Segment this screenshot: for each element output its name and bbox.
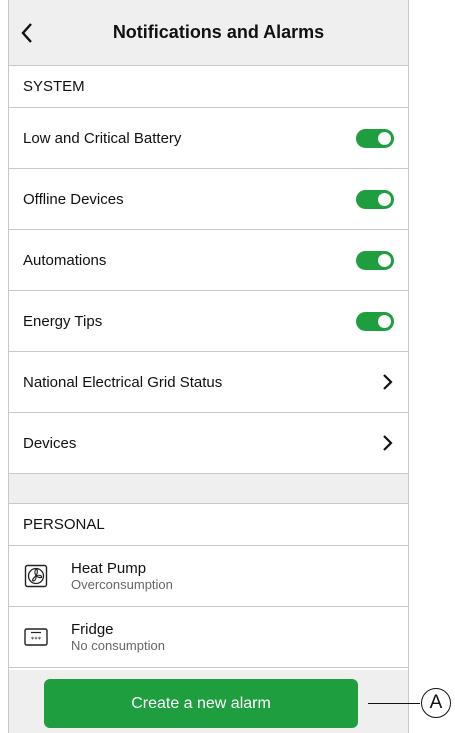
fridge-icon: *** — [24, 628, 48, 646]
section-spacer — [9, 474, 408, 504]
row-devices[interactable]: Devices — [9, 413, 408, 474]
device-status: No consumption — [71, 638, 165, 653]
toggle-knob — [378, 192, 391, 206]
device-row-heat-pump[interactable]: Heat Pump Overconsumption — [9, 546, 408, 607]
device-name: Fridge — [71, 621, 114, 638]
device-name: Heat Pump — [71, 560, 147, 577]
device-row-fridge[interactable]: *** Fridge No consumption — [9, 607, 408, 668]
create-alarm-button[interactable]: Create a new alarm — [44, 679, 358, 728]
row-label: Energy Tips — [23, 312, 103, 330]
row-label: Devices — [23, 434, 77, 452]
section-system: SYSTEM — [9, 66, 408, 108]
section-personal: PERSONAL — [9, 504, 408, 546]
callout-line — [368, 703, 420, 704]
toggle-knob — [378, 131, 391, 145]
row-low-critical-battery: Low and Critical Battery — [9, 108, 408, 169]
device-text: Heat Pump Overconsumption — [71, 560, 173, 592]
page-title: Notifications and Alarms — [112, 22, 325, 42]
header: Notifications and Alarms — [9, 0, 408, 66]
chevron-right-icon — [383, 374, 393, 390]
callout-marker: A — [421, 688, 451, 718]
low-critical-battery-toggle[interactable] — [356, 128, 394, 148]
toggle-knob — [378, 314, 391, 328]
row-label: National Electrical Grid Status — [23, 373, 223, 391]
toggle-knob — [378, 253, 391, 267]
row-label: Offline Devices — [23, 190, 124, 208]
row-national-grid-status[interactable]: National Electrical Grid Status — [9, 352, 408, 413]
phone-screen: Notifications and Alarms SYSTEM Low and … — [8, 0, 409, 733]
heat-pump-icon — [24, 564, 48, 588]
row-label: Low and Critical Battery — [23, 129, 182, 147]
energy-tips-toggle[interactable] — [356, 311, 394, 331]
device-text: Fridge No consumption — [71, 621, 165, 653]
row-energy-tips: Energy Tips — [9, 291, 408, 352]
row-label: Automations — [23, 251, 107, 269]
row-offline-devices: Offline Devices — [9, 169, 408, 230]
device-status: Overconsumption — [71, 577, 173, 592]
chevron-right-icon — [383, 435, 393, 451]
row-automations: Automations — [9, 230, 408, 291]
svg-text:***: *** — [31, 636, 42, 644]
offline-devices-toggle[interactable] — [356, 189, 394, 209]
automations-toggle[interactable] — [356, 250, 394, 270]
